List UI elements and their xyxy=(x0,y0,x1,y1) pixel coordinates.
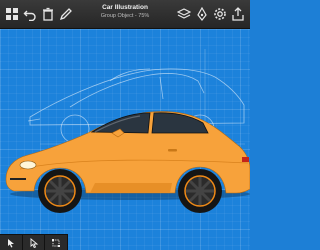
layers-icon[interactable] xyxy=(176,6,192,22)
document-subtitle: Group Object - 75% xyxy=(100,13,150,19)
car-window-rear xyxy=(151,112,209,134)
drawing-canvas[interactable] xyxy=(0,29,250,250)
grid-icon[interactable] xyxy=(4,6,20,22)
document-title: Car Illustration xyxy=(102,4,148,11)
trash-icon[interactable] xyxy=(40,6,56,22)
car-artwork[interactable] xyxy=(0,29,250,250)
settings-icon[interactable] xyxy=(212,6,228,22)
front-wheel xyxy=(38,169,82,213)
tail-light xyxy=(242,157,249,162)
rear-wheel xyxy=(178,169,222,213)
select-arrow-icon[interactable] xyxy=(0,235,23,250)
top-toolbar: Car Illustration Group Object - 75% xyxy=(0,0,250,29)
transform-icon[interactable] xyxy=(45,235,67,250)
node-arrow-icon[interactable] xyxy=(23,235,46,250)
document-title-block[interactable]: Car Illustration Group Object - 75% xyxy=(70,3,180,20)
door-handle xyxy=(168,149,177,152)
pen-tool-icon[interactable] xyxy=(194,6,210,22)
undo-icon[interactable] xyxy=(22,6,38,22)
bottom-tool-bar xyxy=(0,234,68,250)
export-icon[interactable] xyxy=(230,6,246,22)
headlight xyxy=(19,160,37,170)
